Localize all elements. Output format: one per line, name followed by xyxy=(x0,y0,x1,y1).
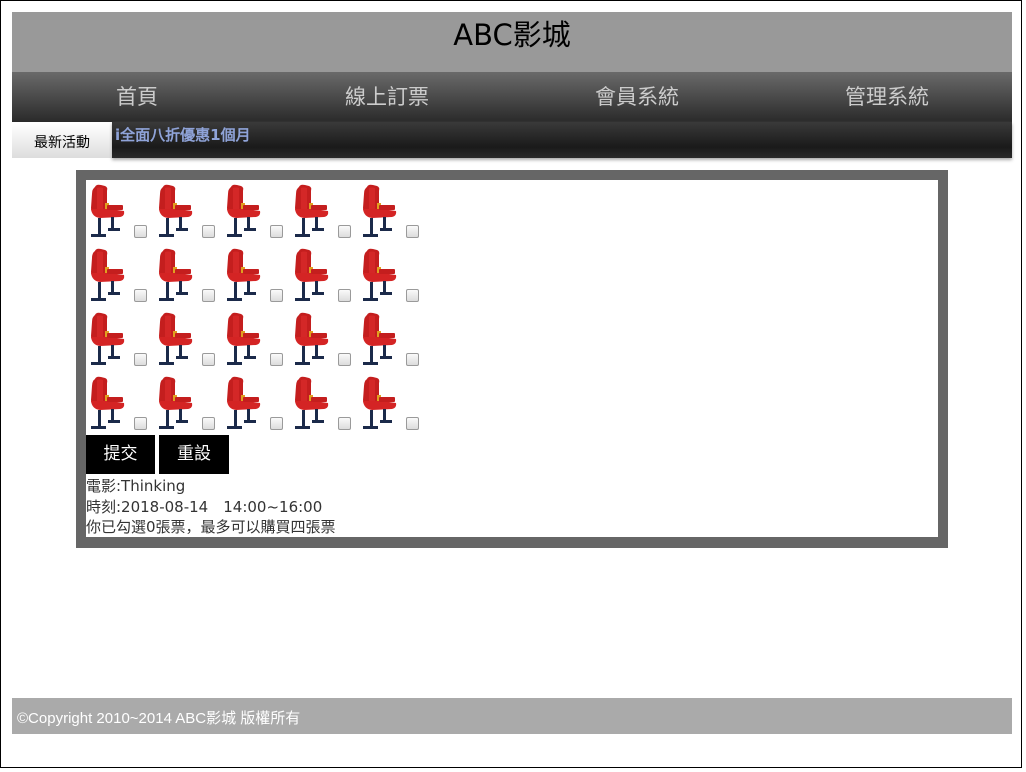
seat xyxy=(222,184,290,248)
theater-seat-icon xyxy=(159,248,193,301)
news-marquee-link[interactable]: i全面八折優惠1個月 xyxy=(115,124,251,145)
seat-grid xyxy=(86,184,426,440)
seat xyxy=(358,312,426,376)
seat xyxy=(86,184,154,248)
movie-info: 電影:Thinking xyxy=(86,477,186,495)
seat xyxy=(358,376,426,440)
seat-checkbox[interactable] xyxy=(338,289,351,302)
copyright-text: ©Copyright 2010~2014 ABC影城 版權所有 xyxy=(17,710,301,727)
seat-panel: 提交 重設 電影:Thinking 時刻:2018-08-14 14:00~16… xyxy=(76,170,948,548)
seat xyxy=(86,248,154,312)
seat-checkbox[interactable] xyxy=(202,353,215,366)
seat xyxy=(222,312,290,376)
seat xyxy=(154,312,222,376)
theater-seat-icon xyxy=(91,376,125,429)
seat-checkbox[interactable] xyxy=(202,417,215,430)
theater-seat-icon xyxy=(363,248,397,301)
seat-checkbox[interactable] xyxy=(270,225,283,238)
seat-checkbox[interactable] xyxy=(202,225,215,238)
selection-status: 你已勾選0張票，最多可以購買四張票 xyxy=(86,518,336,536)
seat-checkbox[interactable] xyxy=(202,289,215,302)
seat-checkbox[interactable] xyxy=(338,353,351,366)
seat xyxy=(358,248,426,312)
footer: ©Copyright 2010~2014 ABC影城 版權所有 xyxy=(12,698,1012,734)
theater-seat-icon xyxy=(363,184,397,237)
theater-seat-icon xyxy=(159,312,193,365)
seat-checkbox[interactable] xyxy=(338,225,351,238)
seat xyxy=(154,184,222,248)
seat-checkbox[interactable] xyxy=(270,417,283,430)
seat xyxy=(154,248,222,312)
theater-seat-icon xyxy=(227,312,261,365)
theater-seat-icon xyxy=(159,376,193,429)
seat xyxy=(290,312,358,376)
theater-seat-icon xyxy=(295,248,329,301)
seat-checkbox[interactable] xyxy=(406,417,419,430)
seat xyxy=(358,184,426,248)
seat xyxy=(290,248,358,312)
nav-item-admin-system[interactable]: 管理系統 xyxy=(762,72,1012,122)
theater-seat-icon xyxy=(91,184,125,237)
seat xyxy=(86,376,154,440)
seat-checkbox[interactable] xyxy=(338,417,351,430)
showtime-info: 時刻:2018-08-14 14:00~16:00 xyxy=(86,498,323,516)
seat xyxy=(290,376,358,440)
seat xyxy=(290,184,358,248)
seat-checkbox[interactable] xyxy=(134,417,147,430)
seat xyxy=(86,312,154,376)
seat xyxy=(222,376,290,440)
seat-row xyxy=(86,312,426,376)
theater-seat-icon xyxy=(227,376,261,429)
submit-button[interactable]: 提交 xyxy=(86,435,155,474)
seat-checkbox[interactable] xyxy=(406,353,419,366)
seat xyxy=(154,376,222,440)
seat-row xyxy=(86,376,426,440)
seat-checkbox[interactable] xyxy=(270,289,283,302)
theater-seat-icon xyxy=(363,312,397,365)
seat-checkbox[interactable] xyxy=(406,225,419,238)
reset-button[interactable]: 重設 xyxy=(159,435,229,474)
seat-panel-content: 提交 重設 電影:Thinking 時刻:2018-08-14 14:00~16… xyxy=(86,180,938,537)
theater-seat-icon xyxy=(91,248,125,301)
theater-seat-icon xyxy=(91,312,125,365)
site-title: ABC影城 xyxy=(453,18,571,52)
seat-row xyxy=(86,248,426,312)
theater-seat-icon xyxy=(227,184,261,237)
nav-item-member-system[interactable]: 會員系統 xyxy=(512,72,762,122)
site-header: ABC影城 xyxy=(12,12,1012,72)
seat-checkbox[interactable] xyxy=(134,289,147,302)
theater-seat-icon xyxy=(227,248,261,301)
theater-seat-icon xyxy=(295,312,329,365)
page-frame: ABC影城 首頁 線上訂票 會員系統 管理系統 最新活動 i全面八折優惠1個月 … xyxy=(0,0,1022,768)
theater-seat-icon xyxy=(159,184,193,237)
main-nav: 首頁 線上訂票 會員系統 管理系統 xyxy=(12,72,1012,122)
theater-seat-icon xyxy=(363,376,397,429)
news-marquee-bar: i全面八折優惠1個月 xyxy=(112,122,1012,158)
seat xyxy=(222,248,290,312)
seat-checkbox[interactable] xyxy=(134,353,147,366)
nav-item-home[interactable]: 首頁 xyxy=(12,72,262,122)
nav-item-online-booking[interactable]: 線上訂票 xyxy=(262,72,512,122)
seat-checkbox[interactable] xyxy=(134,225,147,238)
latest-news-label: 最新活動 xyxy=(12,124,112,158)
seat-checkbox[interactable] xyxy=(406,289,419,302)
theater-seat-icon xyxy=(295,184,329,237)
theater-seat-icon xyxy=(295,376,329,429)
seat-row xyxy=(86,184,426,248)
seat-checkbox[interactable] xyxy=(270,353,283,366)
